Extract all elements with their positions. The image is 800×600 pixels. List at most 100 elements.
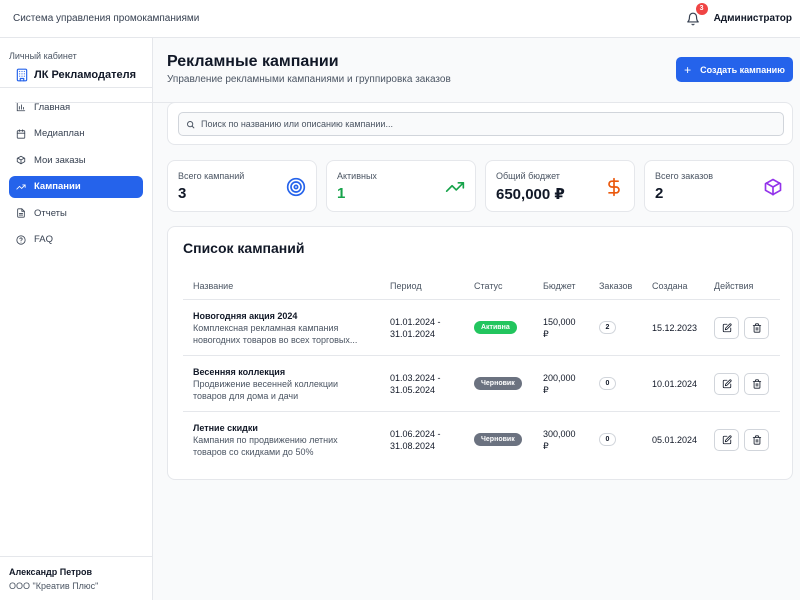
page-title: Рекламные кампании bbox=[167, 53, 339, 70]
column-header-name: Название bbox=[193, 281, 234, 291]
budget-value: 200,000 bbox=[543, 373, 576, 383]
sidebar-item-label: FAQ bbox=[34, 234, 54, 245]
orders-count-badge: 0 bbox=[599, 377, 616, 390]
sidebar: ЛК Рекламодателя Личный кабинет Главная … bbox=[0, 38, 612, 600]
main-content: Рекламные кампании Управление рекламными… bbox=[153, 38, 800, 600]
search-box bbox=[178, 112, 784, 136]
column-header-created: Создана bbox=[652, 281, 688, 291]
sidebar-item-label: Медиаплан bbox=[34, 128, 85, 139]
page-subtitle: Управление рекламными кампаниями и групп… bbox=[167, 74, 451, 85]
orders-count-badge: 0 bbox=[599, 433, 616, 446]
delete-button[interactable] bbox=[744, 317, 769, 339]
table-row[interactable]: Новогодняя акция 2024 Комплексная реклам… bbox=[183, 300, 780, 356]
campaign-name: Новогодняя акция 2024 bbox=[193, 311, 298, 321]
campaign-description: Продвижение весенней коллекции товаров д… bbox=[193, 379, 339, 401]
sidebar-user: Александр Петров ООО "Креатив Плюс" bbox=[0, 556, 153, 600]
trash-icon bbox=[752, 379, 761, 389]
sidebar-nav: Главная Медиаплан Мои заказы Кампании От… bbox=[0, 88, 152, 263]
period-start: 01.01.2024 - bbox=[390, 317, 441, 327]
stat-card-total-campaigns: Всего кампаний 3 bbox=[167, 160, 317, 212]
topbar-right: 3 Администратор bbox=[686, 2, 792, 26]
user-organization: ООО "Креатив Плюс" bbox=[9, 581, 99, 591]
edit-button[interactable] bbox=[714, 373, 739, 395]
status-badge: Черновик bbox=[474, 377, 522, 390]
campaign-name: Летние скидки bbox=[193, 423, 258, 433]
delete-button[interactable] bbox=[744, 429, 769, 451]
period-start: 01.06.2024 - bbox=[390, 429, 441, 439]
trash-icon bbox=[752, 323, 761, 333]
campaign-list-title: Список кампаний bbox=[183, 240, 305, 256]
top-bar: Система управления промокампаниями 3 Адм… bbox=[0, 0, 800, 38]
created-date: 05.01.2024 bbox=[652, 435, 698, 445]
sidebar-item-label: Отчеты bbox=[34, 207, 67, 219]
status-badge: Активна bbox=[474, 321, 517, 334]
sidebar-item-label: Главная bbox=[34, 101, 71, 113]
budget-value: 150,000 bbox=[543, 317, 576, 327]
trash-icon bbox=[752, 435, 761, 445]
period-end: 31.05.2024 bbox=[390, 385, 436, 395]
notifications-button[interactable]: 3 bbox=[686, 2, 708, 26]
edit-icon bbox=[722, 379, 732, 389]
help-circle-icon bbox=[16, 234, 26, 245]
column-header-budget: Бюджет bbox=[543, 281, 576, 291]
sidebar-item-mediaplan[interactable]: Медиаплан bbox=[9, 123, 143, 145]
stat-card-budget: Общий бюджет 650,000 ₽ bbox=[485, 160, 635, 212]
trending-up-icon bbox=[16, 184, 26, 189]
sidebar-item-reports[interactable]: Отчеты bbox=[9, 202, 143, 224]
created-date: 10.01.2024 bbox=[652, 379, 698, 389]
campaign-list-card: Список кампаний Название Период Статус Б… bbox=[167, 226, 793, 480]
trending-up-icon bbox=[445, 182, 465, 192]
campaign-description: Кампания по продвижению летних товаров с… bbox=[193, 435, 338, 457]
table-row[interactable]: Весенняя коллекция Продвижение весенней … bbox=[183, 356, 780, 412]
sidebar-item-label: Кампании bbox=[34, 181, 81, 192]
create-campaign-label: Создать кампанию bbox=[700, 64, 785, 75]
stat-card-active: Активных 1 bbox=[326, 160, 476, 212]
sidebar-item-campaigns[interactable]: Кампании bbox=[9, 175, 143, 198]
search-icon bbox=[187, 120, 195, 128]
stat-card-orders: Всего заказов 2 bbox=[644, 160, 794, 212]
package-icon bbox=[764, 178, 782, 196]
table-header: Название Период Статус Бюджет Заказов Со… bbox=[183, 270, 780, 300]
calendar-icon bbox=[16, 128, 26, 139]
user-role-menu[interactable]: Администратор bbox=[714, 13, 792, 24]
brand-name: ЛК Рекламодателя bbox=[34, 68, 136, 81]
edit-button[interactable] bbox=[714, 317, 739, 339]
create-campaign-button[interactable]: + Создать кампанию bbox=[676, 57, 793, 82]
period-end: 31.08.2024 bbox=[390, 441, 436, 451]
bar-chart-icon bbox=[16, 102, 26, 112]
sidebar-item-faq[interactable]: FAQ bbox=[9, 229, 143, 251]
sidebar-brand: ЛК Рекламодателя Личный кабинет bbox=[0, 38, 612, 103]
search-input[interactable] bbox=[201, 119, 781, 129]
campaign-description: Комплексная рекламная кампания новогодни… bbox=[193, 323, 358, 345]
campaign-name: Весенняя коллекция bbox=[193, 367, 286, 377]
building-icon bbox=[16, 68, 28, 81]
plus-icon: + bbox=[684, 62, 692, 77]
budget-currency: ₽ bbox=[543, 385, 549, 395]
column-header-actions: Действия bbox=[714, 281, 754, 291]
target-icon bbox=[286, 177, 306, 197]
column-header-status: Статус bbox=[474, 281, 503, 291]
user-name: Александр Петров bbox=[9, 567, 93, 577]
column-header-orders: Заказов bbox=[599, 281, 633, 291]
orders-count-badge: 2 bbox=[599, 321, 616, 334]
edit-button[interactable] bbox=[714, 429, 739, 451]
column-header-period: Период bbox=[390, 281, 422, 291]
period-start: 01.03.2024 - bbox=[390, 373, 441, 383]
file-text-icon bbox=[17, 208, 25, 218]
system-title: Система управления промокампаниями bbox=[13, 13, 200, 24]
package-icon bbox=[16, 155, 26, 165]
budget-currency: ₽ bbox=[543, 441, 549, 451]
table-row[interactable]: Летние скидки Кампания по продвижению ле… bbox=[183, 412, 780, 468]
delete-button[interactable] bbox=[744, 373, 769, 395]
budget-currency: ₽ bbox=[543, 329, 549, 339]
sidebar-item-orders[interactable]: Мои заказы bbox=[9, 149, 143, 171]
status-badge: Черновик bbox=[474, 433, 522, 446]
edit-icon bbox=[722, 435, 732, 445]
sidebar-item-label: Мои заказы bbox=[34, 154, 86, 166]
edit-icon bbox=[722, 323, 732, 333]
search-card bbox=[167, 102, 793, 145]
period-end: 31.01.2024 bbox=[390, 329, 436, 339]
notification-count-badge: 3 bbox=[695, 2, 708, 15]
created-date: 15.12.2023 bbox=[652, 323, 698, 333]
budget-value: 300,000 bbox=[543, 429, 576, 439]
